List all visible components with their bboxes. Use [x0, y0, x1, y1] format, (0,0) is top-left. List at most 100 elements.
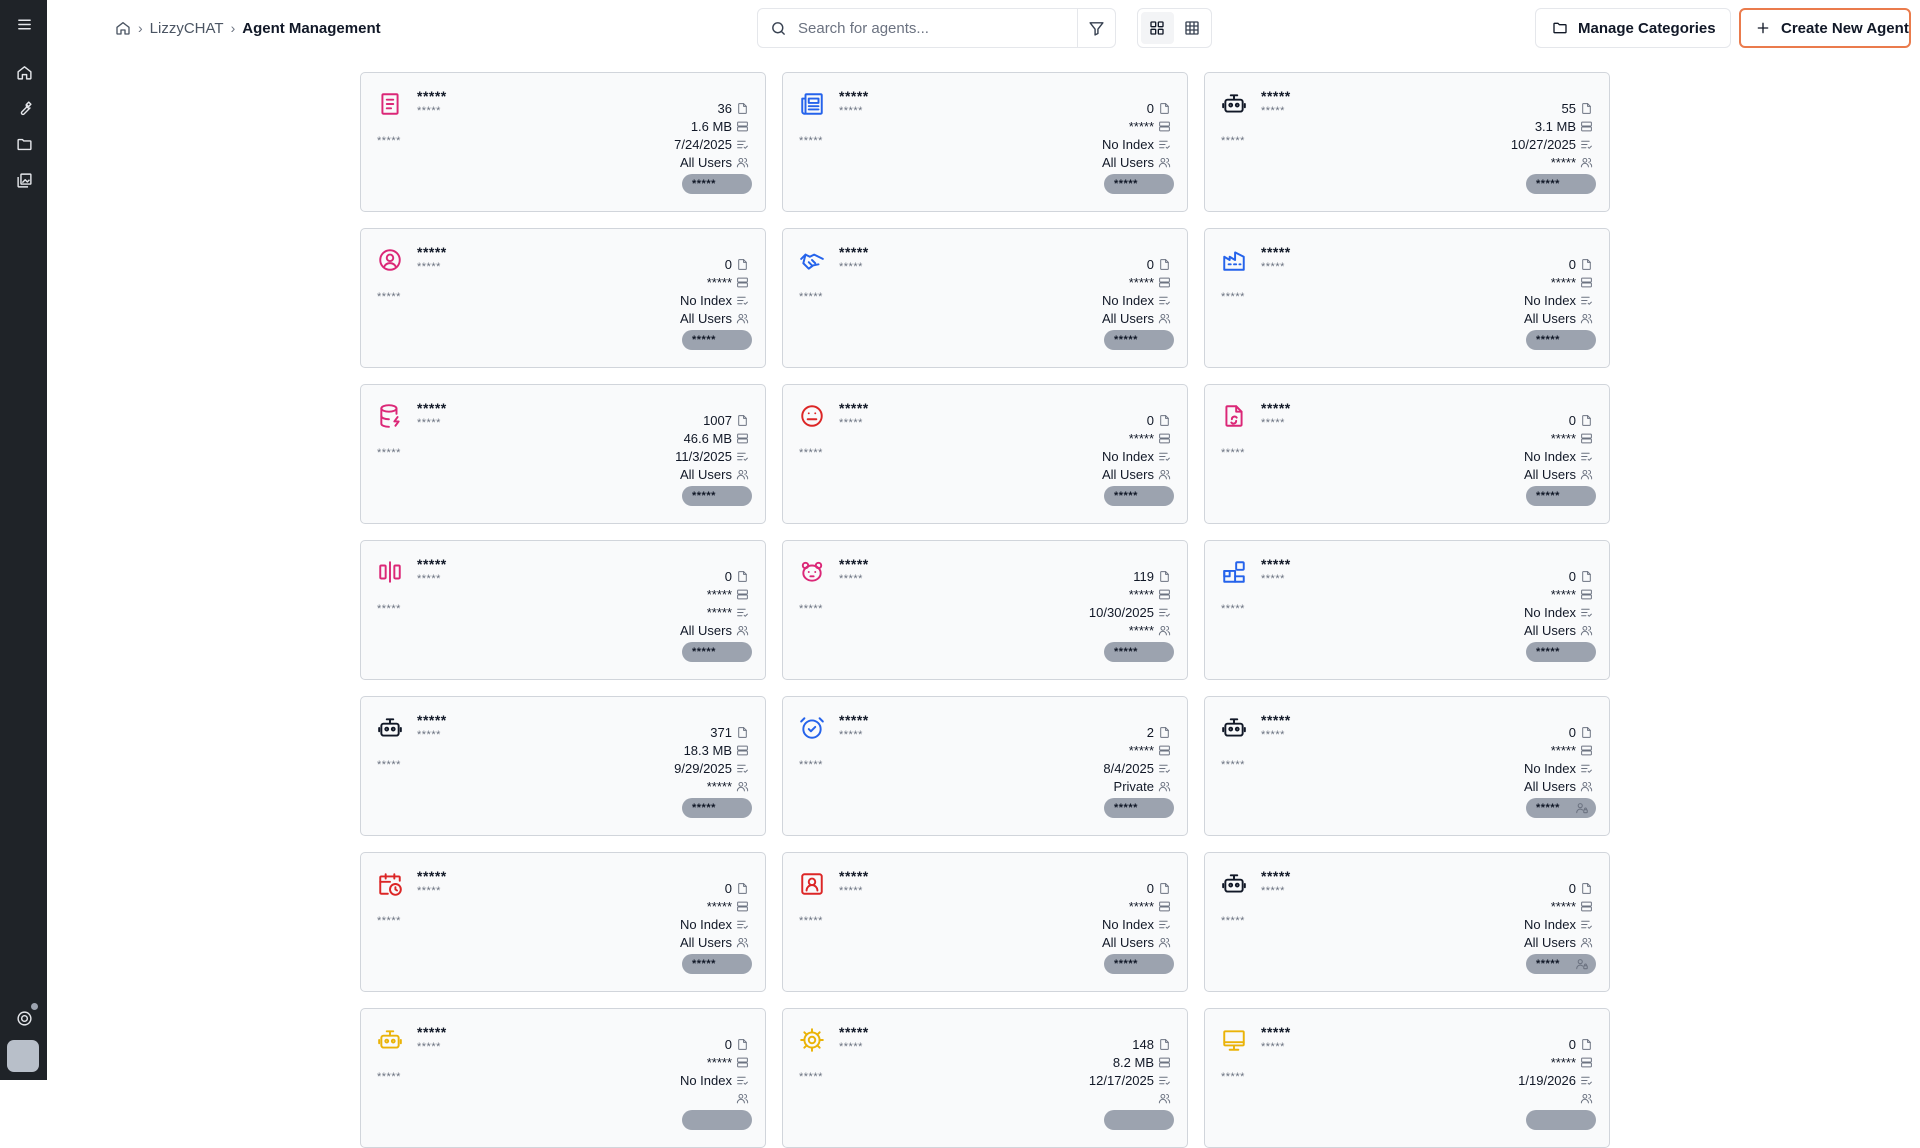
document-icon — [1580, 102, 1593, 115]
grid-view-button[interactable] — [1141, 12, 1174, 44]
status-badge[interactable]: ***** — [682, 174, 752, 194]
agent-card[interactable]: ***** ***** ***** 371 18.3 MB 9/29/2025 ***** *… — [360, 696, 766, 836]
manage-categories-button[interactable]: Manage Categories — [1535, 8, 1731, 48]
agent-card[interactable]: ***** ***** ***** 1007 46.6 MB 11/3/2025 All U… — [360, 384, 766, 524]
status-badge[interactable]: ***** — [682, 954, 752, 974]
list-check-icon — [1158, 1074, 1171, 1087]
agent-card[interactable]: ***** ***** ***** 0 ***** No Index All Users **… — [782, 384, 1188, 524]
status-badge[interactable] — [1526, 1110, 1596, 1130]
stat-documents-value: 148 — [1132, 1036, 1154, 1052]
stat-index-value: ***** — [706, 604, 732, 620]
list-check-icon — [1580, 606, 1593, 619]
status-badge[interactable]: ***** — [1526, 954, 1596, 974]
agent-category: ***** — [417, 417, 441, 429]
list-check-icon — [1158, 138, 1171, 151]
document-icon — [1158, 1038, 1171, 1051]
status-badge[interactable]: ***** — [1526, 486, 1596, 506]
agent-card[interactable]: ***** ***** ***** 0 ***** No Index All Users **… — [1204, 384, 1610, 524]
wrench-icon[interactable] — [12, 96, 36, 120]
status-badge[interactable]: ***** — [682, 486, 752, 506]
bear-icon — [799, 559, 825, 585]
agent-name: ***** — [1261, 400, 1291, 416]
agent-card[interactable]: ***** ***** ***** 0 ***** 1/19/2026 — [1204, 1008, 1610, 1148]
status-badge[interactable]: ***** — [1526, 174, 1596, 194]
breadcrumb-item-lizzychat[interactable]: LizzyCHAT — [150, 20, 224, 37]
agent-card[interactable]: ***** ***** ***** 0 ***** No Index All Users **… — [782, 228, 1188, 368]
stat-size-value: ***** — [1550, 430, 1576, 446]
agent-card[interactable]: ***** ***** ***** 0 ***** No Index All Users **… — [1204, 852, 1610, 992]
agent-category: ***** — [1261, 417, 1285, 429]
agent-category: ***** — [839, 573, 863, 585]
agent-name: ***** — [839, 712, 869, 728]
gear-icon — [799, 1027, 825, 1053]
agent-card[interactable]: ***** ***** ***** 0 ***** No Index All Users **… — [360, 852, 766, 992]
stat-access: All Users — [1393, 933, 1593, 951]
status-badge[interactable]: ***** — [682, 798, 752, 818]
document-icon — [1158, 570, 1171, 583]
status-badge[interactable]: ***** — [1526, 330, 1596, 350]
agent-card[interactable]: ***** ***** ***** 119 ***** 10/30/2025 ***** **… — [782, 540, 1188, 680]
create-new-agent-button[interactable]: Create New Agent — [1739, 8, 1911, 48]
stat-access-value: All Users — [679, 310, 732, 326]
status-badge[interactable]: ***** — [1526, 798, 1596, 818]
agent-card[interactable]: ***** ***** ***** 0 ***** No Index All Users **… — [782, 852, 1188, 992]
agent-card[interactable]: ***** ***** ***** 0 ***** ***** All Users ***** — [360, 540, 766, 680]
search-input[interactable] — [798, 19, 1077, 37]
agent-category: ***** — [839, 885, 863, 897]
agent-card[interactable]: ***** ***** ***** 0 ***** No Index All Users **… — [1204, 696, 1610, 836]
users-icon — [1158, 468, 1171, 481]
status-badge[interactable]: ***** — [1104, 330, 1174, 350]
home-icon[interactable] — [12, 60, 36, 84]
status-badge[interactable]: ***** — [1104, 174, 1174, 194]
stat-index: No Index — [1393, 447, 1593, 465]
status-badge[interactable]: ***** — [1104, 954, 1174, 974]
agent-card[interactable]: ***** ***** ***** 0 ***** No Index All Users **… — [1204, 228, 1610, 368]
stat-size: ***** — [1393, 1053, 1593, 1071]
agent-card[interactable]: ***** ***** ***** 2 ***** 8/4/2025 Private ****… — [782, 696, 1188, 836]
stat-size: ***** — [549, 1053, 749, 1071]
agent-card[interactable]: ***** ***** ***** 55 3.1 MB 10/27/2025 ***** **… — [1204, 72, 1610, 212]
status-badge[interactable]: ***** — [1526, 642, 1596, 662]
database-icon — [1158, 588, 1171, 601]
stat-documents-value: 0 — [1568, 724, 1576, 740]
agent-stats: 0 ***** 1/19/2026 — [1393, 1035, 1593, 1107]
stat-size-value: ***** — [1550, 586, 1576, 602]
agent-card[interactable]: ***** ***** ***** 0 ***** No Index All Users **… — [360, 228, 766, 368]
status-badge[interactable]: ***** — [1104, 486, 1174, 506]
home-icon[interactable] — [115, 20, 131, 36]
agent-card[interactable]: ***** ***** ***** 0 ***** No Index All Users **… — [782, 72, 1188, 212]
stat-access: ***** — [549, 777, 749, 795]
status-badge-label: ***** — [1114, 646, 1138, 658]
images-icon[interactable] — [12, 168, 36, 192]
menu-icon[interactable] — [12, 12, 36, 36]
agent-card[interactable]: ***** ***** ***** 36 1.6 MB 7/24/2025 All User… — [360, 72, 766, 212]
status-badge[interactable]: ***** — [1104, 798, 1174, 818]
document-icon — [1580, 1038, 1593, 1051]
agent-category: ***** — [1261, 261, 1285, 273]
stat-index-value: No Index — [1101, 136, 1154, 152]
agent-card[interactable]: ***** ***** ***** 0 ***** No Index All Users **… — [1204, 540, 1610, 680]
stat-index: 7/24/2025 — [549, 135, 749, 153]
agent-card[interactable]: ***** ***** ***** 148 8.2 MB 12/17/2025 — [782, 1008, 1188, 1148]
list-check-icon — [1580, 138, 1593, 151]
filter-button[interactable] — [1077, 9, 1115, 47]
stat-index-value: No Index — [1101, 916, 1154, 932]
document-icon — [1580, 882, 1593, 895]
agent-category: ***** — [417, 573, 441, 585]
agent-name: ***** — [417, 244, 447, 260]
status-badge[interactable]: ***** — [682, 330, 752, 350]
status-badge[interactable]: ***** — [1104, 642, 1174, 662]
agent-name: ***** — [1261, 244, 1291, 260]
stat-index-value: No Index — [1523, 604, 1576, 620]
avatar[interactable] — [7, 1040, 39, 1072]
status-badge[interactable]: ***** — [682, 642, 752, 662]
status-badge[interactable] — [682, 1110, 752, 1130]
stat-index: No Index — [971, 915, 1171, 933]
agent-stats: 0 ***** No Index — [549, 1035, 749, 1107]
table-view-button[interactable] — [1176, 12, 1209, 44]
status-badge[interactable] — [1104, 1110, 1174, 1130]
stat-documents: 36 — [549, 99, 749, 117]
folder-icon[interactable] — [12, 132, 36, 156]
stat-size-value: ***** — [1550, 274, 1576, 290]
agent-card[interactable]: ***** ***** ***** 0 ***** No Index — [360, 1008, 766, 1148]
